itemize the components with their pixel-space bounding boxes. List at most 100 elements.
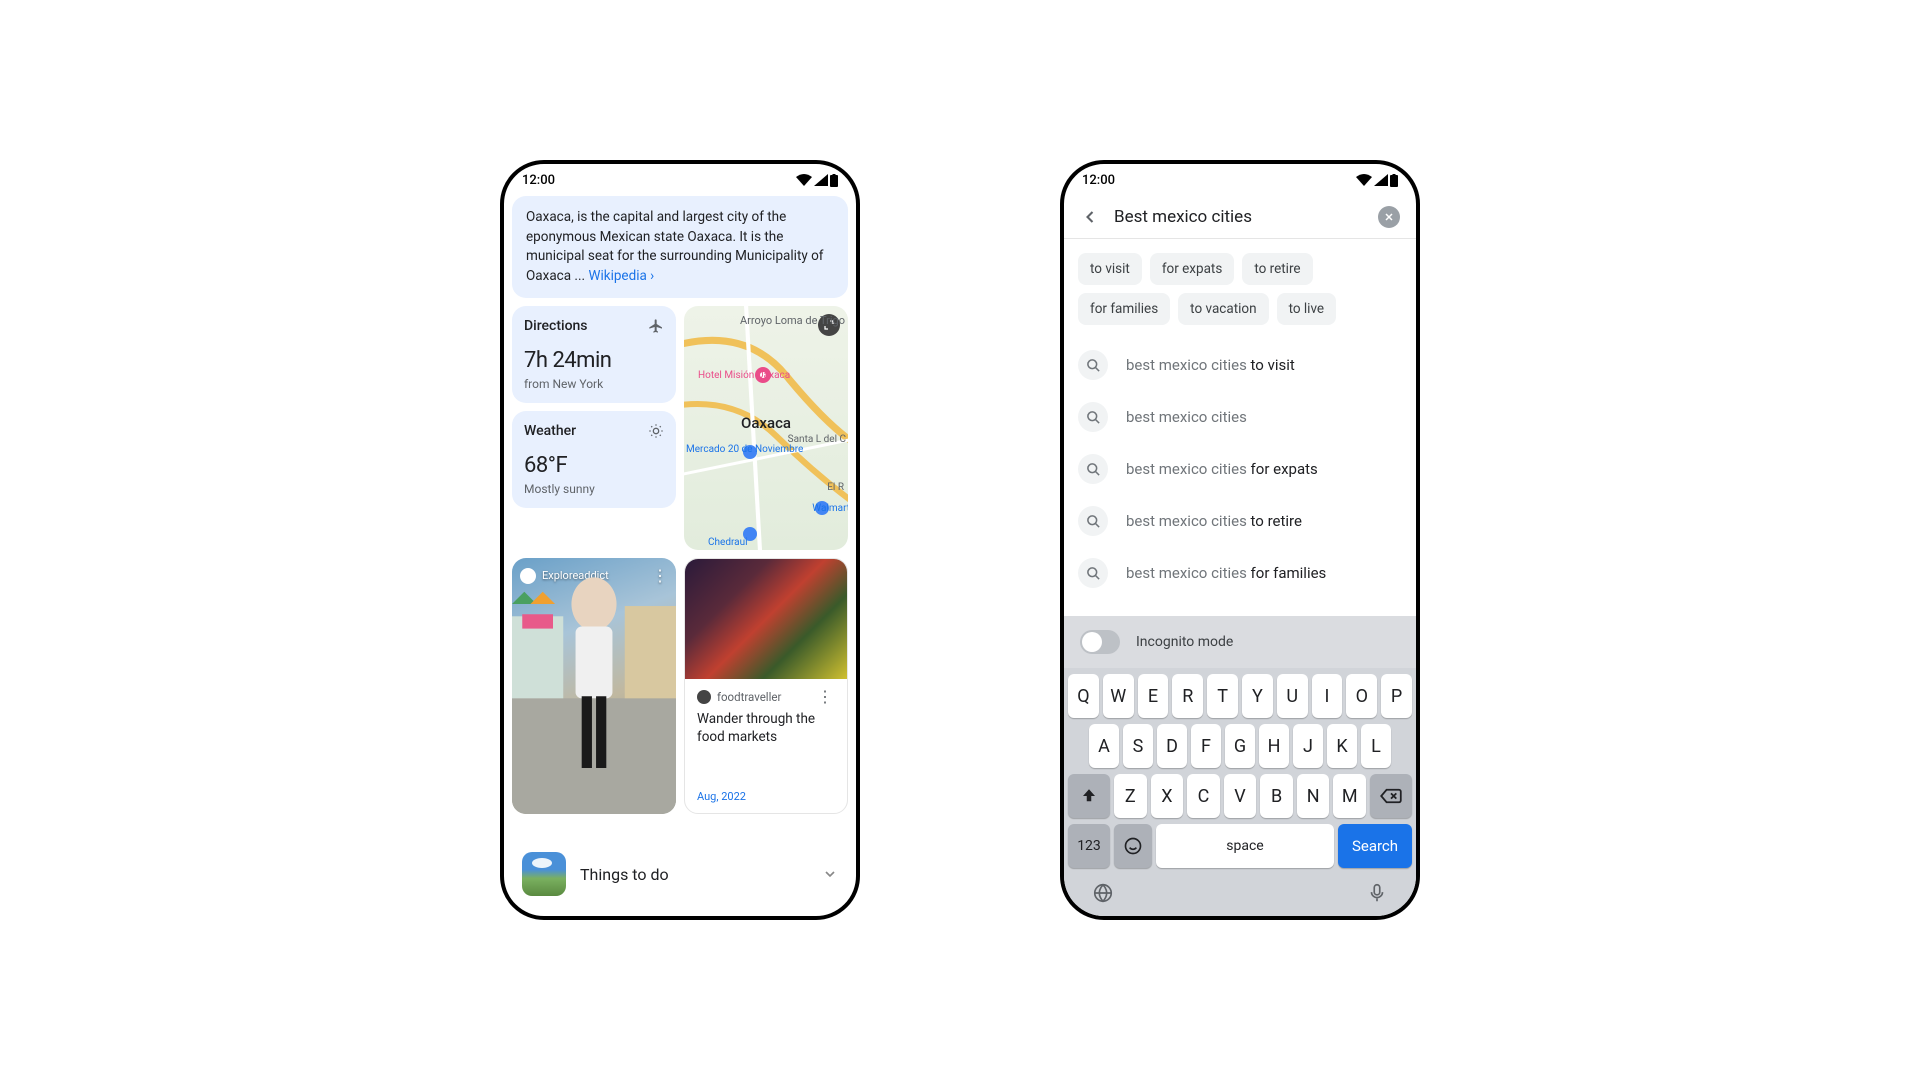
key[interactable]: B [1260,774,1293,818]
chevron-down-icon [822,866,838,882]
key[interactable]: A [1089,724,1119,768]
key[interactable]: X [1151,774,1184,818]
search-icon [1078,350,1108,380]
status-bar: 12:00 [504,164,856,196]
key[interactable]: J [1293,724,1323,768]
suggestion-bold: to visit [1251,356,1295,374]
suggestion-bold: for families [1251,564,1327,582]
article-image [685,559,847,679]
suggestions-list: best mexico cities to visit best mexico … [1064,335,1416,603]
refinement-chips: to visit for expats to retire for famili… [1064,239,1416,335]
emoji-key[interactable] [1114,824,1152,868]
suggestion-base: best mexico cities [1126,564,1251,582]
battery-icon [1390,174,1398,187]
globe-icon[interactable] [1092,882,1114,904]
suggestion-bold: to retire [1251,512,1302,530]
map-tile[interactable]: Oaxaca Arroyo Loma de Trigo Hotel Misión… [684,306,848,550]
search-key[interactable]: Search [1338,824,1412,868]
close-icon [1383,211,1395,223]
key[interactable]: C [1187,774,1220,818]
suggestion-base: best mexico cities [1126,408,1247,426]
key[interactable]: N [1297,774,1330,818]
clear-button[interactable] [1378,206,1400,228]
plane-icon [648,318,664,334]
back-icon[interactable] [1080,207,1100,227]
more-icon[interactable]: ⋮ [815,689,835,705]
map-poi: El R [827,482,844,493]
key[interactable]: K [1327,724,1357,768]
search-icon [1078,558,1108,588]
key[interactable]: F [1191,724,1221,768]
story-card[interactable]: Exploreaddict ⋮ [512,558,676,814]
key[interactable]: S [1123,724,1153,768]
key[interactable]: P [1381,674,1412,718]
weather-sub: Mostly sunny [524,482,664,496]
key[interactable]: V [1224,774,1257,818]
key[interactable]: M [1333,774,1366,818]
mic-icon[interactable] [1366,882,1388,904]
key[interactable]: E [1138,674,1169,718]
key[interactable]: T [1207,674,1238,718]
search-icon [1078,402,1108,432]
key[interactable]: G [1225,724,1255,768]
space-key[interactable]: space [1156,824,1334,868]
key[interactable]: H [1259,724,1289,768]
key[interactable]: U [1277,674,1308,718]
chip[interactable]: to live [1277,293,1337,325]
chip[interactable]: to retire [1242,253,1312,285]
directions-sub: from New York [524,377,664,391]
incognito-row: Incognito mode [1064,616,1416,668]
map-poi: Hotel Misión Oaxaca [698,370,790,381]
article-date: Aug, 2022 [697,782,835,803]
key[interactable]: I [1312,674,1343,718]
key[interactable]: L [1361,724,1391,768]
weather-tile[interactable]: Weather 68°F Mostly sunny [512,411,676,508]
search-input[interactable]: Best mexico cities [1114,207,1364,227]
key[interactable]: W [1103,674,1134,718]
chip[interactable]: for expats [1150,253,1234,285]
avatar [697,690,711,704]
suggestion-base: best mexico cities [1126,460,1251,478]
key[interactable]: R [1172,674,1203,718]
suggestion-row[interactable]: best mexico cities for families [1078,547,1402,599]
article-card[interactable]: foodtraveller ⋮ Wander through the food … [684,558,848,814]
directions-tile[interactable]: Directions 7h 24min from New York [512,306,676,403]
wiki-snippet-card[interactable]: Oaxaca, is the capital and largest city … [512,196,848,298]
key[interactable]: D [1157,724,1187,768]
key[interactable]: O [1346,674,1377,718]
status-time: 12:00 [1082,173,1115,188]
status-bar: 12:00 [1064,164,1416,196]
article-author: foodtraveller [717,690,781,704]
phone-left: 12:00 Oaxaca, is the capital and largest… [500,160,860,920]
directions-label: Directions [524,318,588,334]
battery-icon [830,174,838,187]
suggestion-row[interactable]: best mexico cities to retire [1078,495,1402,547]
wifi-icon [1356,174,1372,186]
incognito-toggle[interactable] [1080,630,1120,654]
backspace-key[interactable] [1370,774,1412,818]
signal-icon [814,174,828,186]
shift-key[interactable] [1068,774,1110,818]
incognito-label: Incognito mode [1136,634,1233,650]
status-time: 12:00 [522,173,555,188]
chip[interactable]: to vacation [1178,293,1268,325]
search-bar: Best mexico cities [1064,196,1416,238]
status-icons [796,174,838,187]
things-to-do-row[interactable]: Things to do [512,840,848,908]
signal-icon [1374,174,1388,186]
map-poi: Arroyo Loma de Trigo [740,314,845,327]
map-center-label: Oaxaca [741,414,791,432]
key[interactable]: Y [1242,674,1273,718]
key[interactable]: Q [1068,674,1099,718]
map-poi: Walmart [812,503,848,514]
suggestion-row[interactable]: best mexico cities to visit [1078,339,1402,391]
numbers-key[interactable]: 123 [1068,824,1110,868]
article-title: Wander through the food markets [697,711,835,746]
suggestion-row[interactable]: best mexico cities for expats [1078,443,1402,495]
suggestion-row[interactable]: best mexico cities [1078,391,1402,443]
chip[interactable]: for families [1078,293,1170,325]
wiki-snippet-text: Oaxaca, is the capital and largest city … [526,209,824,284]
chip[interactable]: to visit [1078,253,1142,285]
key[interactable]: Z [1114,774,1147,818]
wiki-link[interactable]: Wikipedia › [588,268,654,284]
